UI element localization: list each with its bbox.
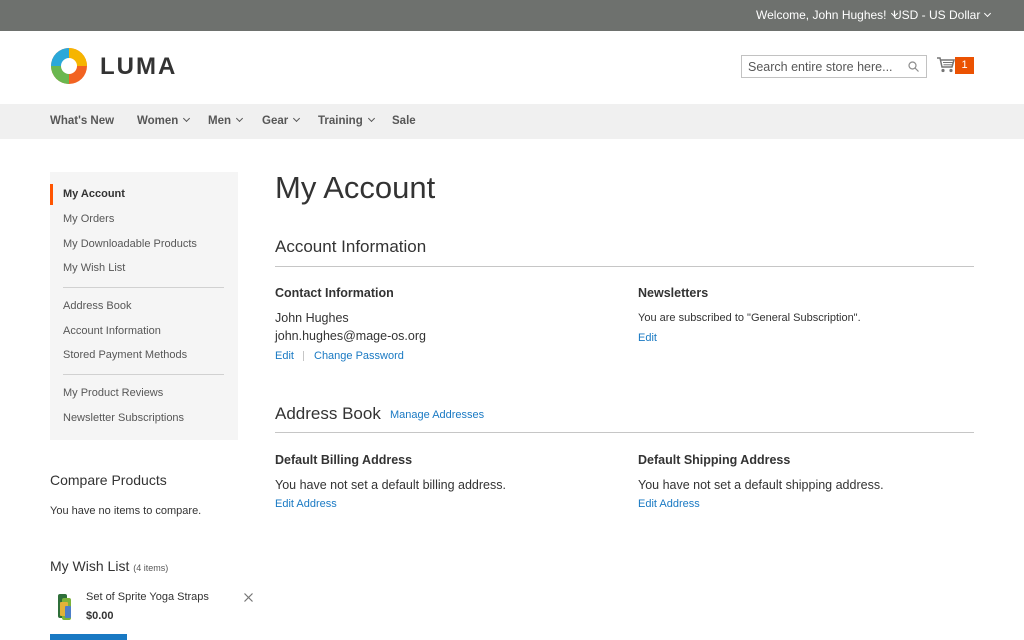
- newsletters-status: You are subscribed to "General Subscript…: [638, 312, 861, 324]
- nav-item-label: Gear: [262, 115, 289, 127]
- add-to-cart-button[interactable]: [50, 634, 127, 640]
- edit-billing-address-link[interactable]: Edit Address: [275, 498, 337, 510]
- edit-newsletters-link[interactable]: Edit: [638, 332, 657, 344]
- nav-item-women[interactable]: Women: [137, 114, 191, 127]
- cart-count-badge[interactable]: 1: [955, 57, 974, 74]
- sidebar-item-product-reviews[interactable]: My Product Reviews: [63, 387, 163, 399]
- sidebar-item-account-information[interactable]: Account Information: [63, 325, 161, 337]
- nav-item-sale[interactable]: Sale: [392, 115, 416, 127]
- nav-item-label: What's New: [50, 115, 115, 127]
- sidebar-item-my-orders[interactable]: My Orders: [63, 213, 114, 225]
- sidebar-item-wish-list[interactable]: My Wish List: [63, 262, 125, 274]
- sidebar-item-my-account[interactable]: My Account: [63, 188, 125, 200]
- account-sidebar: My Account My Orders My Downloadable Pro…: [50, 172, 238, 440]
- sidebar-divider: [63, 374, 224, 375]
- nav-item-whats-new[interactable]: What's New: [50, 115, 114, 127]
- compare-empty-text: You have no items to compare.: [50, 505, 202, 517]
- sidebar-item-address-book[interactable]: Address Book: [63, 300, 131, 312]
- billing-address-text: You have not set a default billing addre…: [275, 478, 506, 492]
- luma-logo-icon[interactable]: [50, 47, 88, 85]
- default-billing-title: Default Billing Address: [275, 453, 413, 467]
- nav-item-label: Women: [137, 115, 179, 127]
- nav-item-training[interactable]: Training: [318, 114, 375, 127]
- nav-item-label: Men: [208, 115, 231, 127]
- product-thumbnail-image[interactable]: [55, 592, 75, 622]
- chevron-down-icon: [235, 114, 244, 123]
- cart-icon[interactable]: [937, 57, 955, 73]
- wishlist-title: My Wish List (4 items): [50, 558, 168, 574]
- change-password-link[interactable]: Change Password: [314, 350, 404, 362]
- newsletters-title: Newsletters: [638, 286, 709, 300]
- contact-information-title: Contact Information: [275, 286, 394, 300]
- section-divider: [275, 266, 974, 267]
- search-input[interactable]: [742, 56, 902, 77]
- link-separator: [303, 351, 304, 361]
- nav-item-label: Training: [318, 115, 363, 127]
- chevron-down-icon: [293, 114, 301, 123]
- chevron-down-icon: [984, 9, 992, 18]
- wishlist-title-text: My Wish List: [50, 558, 130, 574]
- logo-text[interactable]: LUMA: [100, 53, 177, 81]
- default-shipping-title: Default Shipping Address: [638, 453, 791, 467]
- close-icon[interactable]: [243, 592, 254, 603]
- welcome-menu[interactable]: Welcome, John Hughes!: [756, 8, 898, 22]
- edit-shipping-address-link[interactable]: Edit Address: [638, 498, 700, 510]
- nav-item-label: Sale: [392, 115, 416, 127]
- currency-label: USD - US Dollar: [893, 8, 981, 22]
- page-title: My Account: [275, 170, 436, 205]
- edit-contact-link[interactable]: Edit: [275, 350, 294, 362]
- nav-item-men[interactable]: Men: [208, 114, 244, 127]
- manage-addresses-link[interactable]: Manage Addresses: [390, 409, 484, 421]
- chevron-down-icon: [183, 114, 191, 123]
- sidebar-item-downloadable-products[interactable]: My Downloadable Products: [63, 238, 197, 250]
- welcome-text: Welcome, John Hughes!: [756, 8, 887, 22]
- sidebar-item-stored-payment-methods[interactable]: Stored Payment Methods: [63, 349, 187, 361]
- active-indicator: [50, 184, 53, 205]
- top-panel: Welcome, John Hughes! USD - US Dollar: [0, 0, 1024, 31]
- currency-switcher[interactable]: USD - US Dollar: [893, 8, 992, 22]
- address-book-title: Address Book: [275, 404, 381, 423]
- search-box[interactable]: [741, 55, 927, 78]
- account-information-title: Account Information: [275, 237, 427, 256]
- compare-products-title: Compare Products: [50, 472, 167, 488]
- customer-name: John Hughes: [275, 311, 349, 325]
- shipping-address-text: You have not set a default shipping addr…: [638, 478, 884, 492]
- section-divider: [275, 432, 974, 433]
- sidebar-divider: [63, 287, 224, 288]
- search-icon[interactable]: [908, 61, 919, 72]
- nav-item-gear[interactable]: Gear: [262, 114, 301, 127]
- sidebar-item-newsletter-subscriptions[interactable]: Newsletter Subscriptions: [63, 412, 184, 424]
- wishlist-item-name[interactable]: Set of Sprite Yoga Straps: [86, 591, 209, 603]
- customer-email: john.hughes@mage-os.org: [275, 329, 426, 343]
- chevron-down-icon: [367, 114, 375, 123]
- wishlist-count: (4 items): [133, 563, 169, 573]
- wishlist-item-price: $0.00: [86, 610, 114, 622]
- main-navigation: What's New Women Men Gear Training Sale: [0, 104, 1024, 139]
